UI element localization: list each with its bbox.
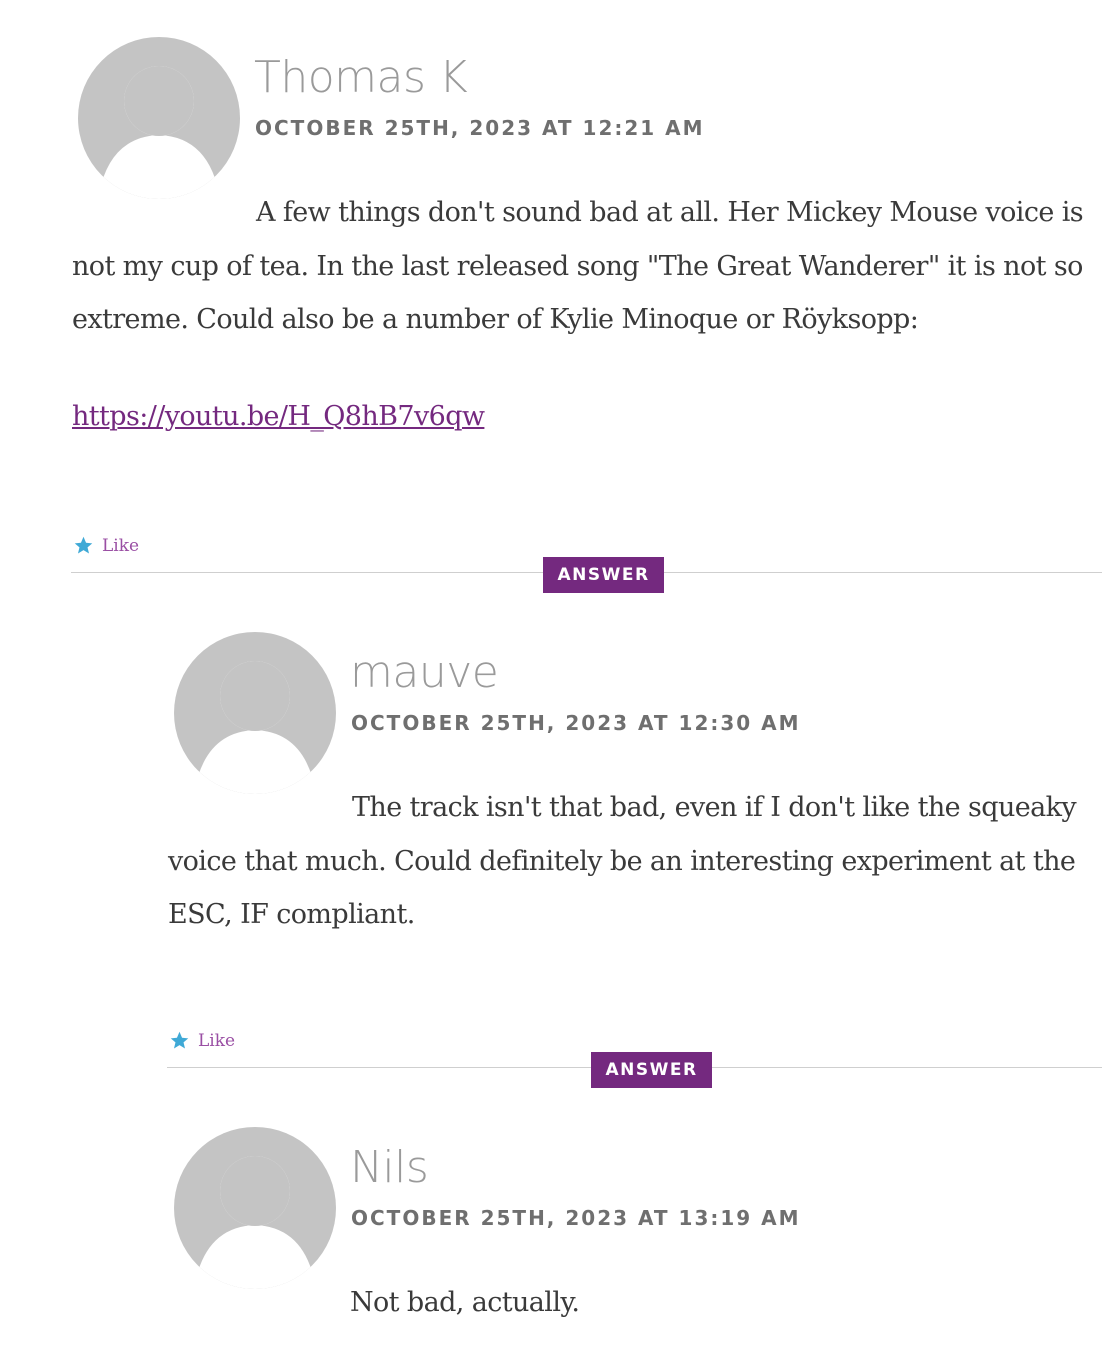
comment-text: A few things don't sound bad at all. Her… [72,197,1084,335]
comment-body: A few things don't sound bad at all. Her… [72,186,1102,347]
comment-date[interactable]: OCTOBER 25TH, 2023 AT 12:30 AM [351,711,801,735]
like-label: Like [198,1030,236,1051]
default-avatar-icon[interactable] [174,1127,336,1289]
comment-author[interactable]: Thomas K [254,56,468,100]
default-avatar-icon[interactable] [174,632,336,794]
like-button[interactable]: Like [73,535,139,556]
comment-body: The track isn't that bad, even if I don'… [168,781,1102,942]
answer-button[interactable]: ANSWER [591,1052,712,1088]
comment-author[interactable]: Nils [350,1146,429,1190]
comment-date[interactable]: OCTOBER 25TH, 2023 AT 13:19 AM [351,1206,801,1230]
comment-text: Not bad, actually. [350,1287,580,1318]
like-label: Like [102,535,140,556]
star-icon [74,536,93,554]
default-avatar-icon[interactable] [78,37,240,199]
answer-button[interactable]: ANSWER [543,557,664,593]
like-button[interactable]: Like [169,1030,235,1051]
comment-link[interactable]: https://youtu.be/H_Q8hB7v6qw [72,390,485,444]
star-icon [170,1031,189,1049]
comment-author[interactable]: mauve [350,651,499,695]
comment-body: Not bad, actually. [350,1276,1102,1330]
comment-date[interactable]: OCTOBER 25TH, 2023 AT 12:21 AM [255,116,705,140]
comment-text: The track isn't that bad, even if I don'… [168,792,1077,930]
